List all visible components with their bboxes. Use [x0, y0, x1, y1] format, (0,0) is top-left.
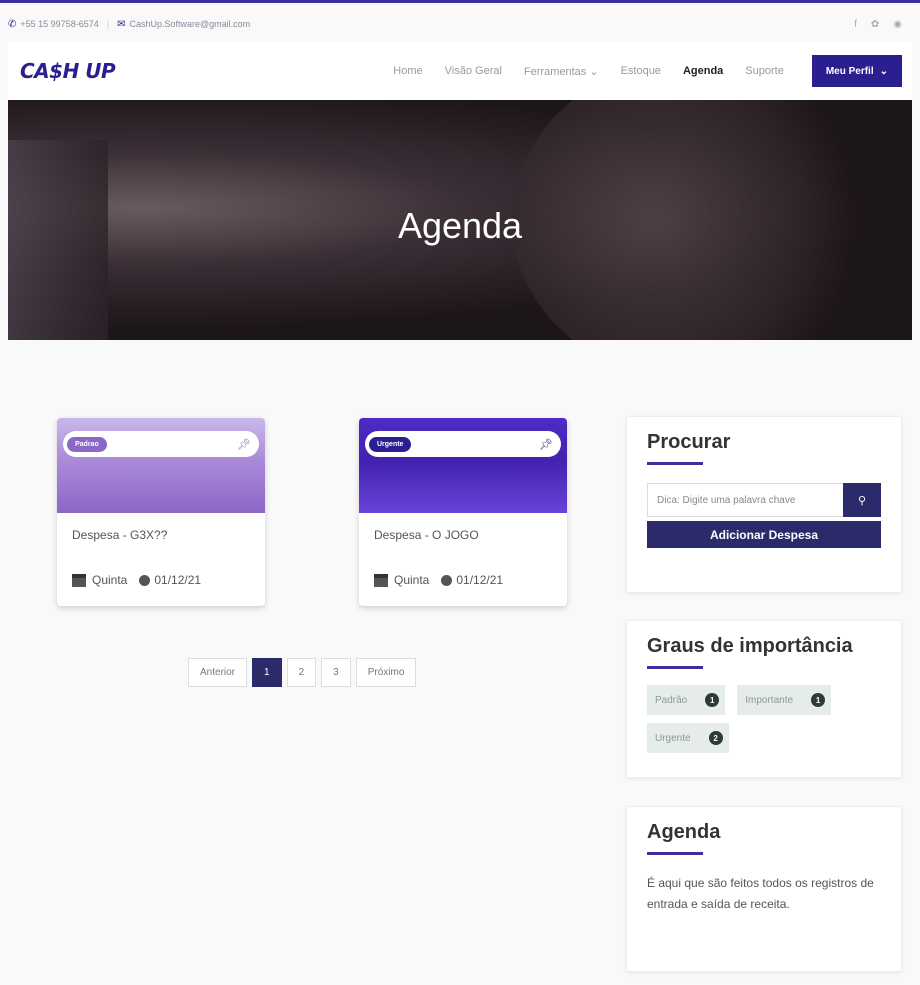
agenda-info-title: Agenda	[647, 821, 721, 843]
card-header-pill: Urgente 📌︎	[365, 431, 561, 457]
pagination-page-1[interactable]: 1	[252, 658, 282, 687]
tag-count: 1	[811, 693, 826, 707]
card-date: 01/12/21	[154, 573, 202, 587]
tag-label: Importante	[745, 694, 794, 706]
profile-button-label: Meu Perfil	[825, 65, 874, 77]
calendar-icon	[72, 573, 86, 587]
calendar-icon	[374, 573, 388, 587]
priority-badge: Urgente	[369, 436, 412, 452]
mail-icon: ✉	[117, 18, 126, 30]
contact-bar: ✆ +55 15 99758-6574 | ✉ CashUp.Software@…	[8, 10, 912, 38]
pagination-next[interactable]: Próximo	[355, 658, 417, 687]
search-icon: ⚲	[857, 494, 867, 507]
tag-count: 2	[708, 731, 723, 745]
search-widget: Procurar Dica: Digite uma palavra chave …	[626, 416, 902, 593]
card-meta: Quinta 01/12/21	[72, 573, 201, 587]
tag-padrao[interactable]: Padrão 1	[647, 685, 726, 715]
card-title[interactable]: Despesa - G3X??	[72, 528, 167, 542]
agenda-info-text: É aqui que são feitos todos os registros…	[647, 876, 874, 911]
card-meta: Quinta 01/12/21	[374, 573, 503, 587]
tag-importante[interactable]: Importante 1	[737, 685, 832, 715]
contact-divider: |	[106, 19, 110, 29]
contact-email[interactable]: CashUp.Software@gmail.com	[129, 19, 250, 29]
instagram-icon[interactable]: ◉	[893, 19, 902, 30]
card-banner: Urgente 📌︎	[359, 418, 567, 513]
expense-card[interactable]: Urgente 📌︎ Despesa - O JOGO Quinta 01/12…	[359, 418, 567, 606]
phone-icon: ✆	[8, 18, 17, 30]
tag-count: 1	[705, 693, 720, 707]
cashup-logo[interactable]: CA$H UP	[20, 59, 116, 83]
hero-banner: Agenda	[8, 100, 912, 340]
agenda-info-widget: Agenda É aqui que são feitos todos os re…	[626, 806, 902, 972]
chevron-down-icon: ⌄	[879, 65, 888, 77]
title-underline	[647, 852, 703, 855]
card-banner: Padrao 📌︎	[57, 418, 265, 513]
card-header-pill: Padrao 📌︎	[63, 431, 259, 457]
card-date: 01/12/21	[456, 573, 504, 587]
main-navbar: CA$H UP Home Visão Geral Ferramentas ⌄ E…	[8, 42, 912, 100]
card-day: Quinta	[394, 573, 430, 587]
pagination: Anterior 1 2 3 Próximo	[188, 658, 417, 687]
chevron-down-icon: ⌄	[589, 65, 599, 78]
search-widget-title: Procurar	[647, 431, 731, 453]
nav-item-ferramentas[interactable]: Ferramentas ⌄	[524, 65, 599, 78]
clock-icon	[139, 574, 151, 586]
tag-urgente[interactable]: Urgente 2	[647, 723, 729, 753]
profile-button[interactable]: Meu Perfil ⌄	[811, 55, 902, 87]
twitter-icon[interactable]: ✿	[871, 19, 879, 30]
nav-item-agenda[interactable]: Agenda	[683, 65, 723, 77]
card-day: Quinta	[92, 573, 128, 587]
pin-icon[interactable]: 📌︎	[539, 438, 553, 451]
page-title: Agenda	[397, 205, 523, 246]
card-title[interactable]: Despesa - O JOGO	[374, 528, 479, 542]
social-links: f ✿ ◉	[854, 19, 912, 30]
importance-widget: Graus de importância Padrão 1 Importante…	[626, 620, 902, 778]
contact-phone: +55 15 99758-6574	[20, 19, 99, 29]
search-input[interactable]: Dica: Digite uma palavra chave	[647, 483, 843, 517]
pagination-page-2[interactable]: 2	[286, 658, 317, 687]
nav-item-estoque[interactable]: Estoque	[621, 65, 661, 77]
title-underline	[647, 462, 703, 465]
add-expense-button[interactable]: Adicionar Despesa	[647, 521, 881, 548]
tag-label: Padrão	[655, 694, 688, 706]
pagination-prev[interactable]: Anterior	[188, 658, 248, 687]
nav-item-suporte[interactable]: Suporte	[745, 65, 784, 77]
nav-item-home[interactable]: Home	[393, 65, 422, 77]
priority-badge: Padrao	[67, 436, 107, 452]
search-row: Dica: Digite uma palavra chave ⚲	[647, 483, 901, 517]
nav-menu: Home Visão Geral Ferramentas ⌄ Estoque A…	[393, 55, 912, 87]
importance-tags: Padrão 1 Importante 1 Urgente 2	[647, 685, 887, 753]
nav-item-ferramentas-label: Ferramentas	[523, 65, 587, 78]
nav-item-visao-geral[interactable]: Visão Geral	[445, 65, 502, 77]
title-underline	[647, 666, 703, 669]
importance-widget-title: Graus de importância	[647, 635, 853, 657]
expense-card[interactable]: Padrao 📌︎ Despesa - G3X?? Quinta 01/12/2…	[57, 418, 265, 606]
tag-label: Urgente	[655, 732, 691, 744]
facebook-icon[interactable]: f	[854, 19, 857, 30]
top-accent-line	[0, 0, 920, 3]
clock-icon	[441, 574, 453, 586]
pin-icon[interactable]: 📌︎	[237, 438, 251, 451]
pagination-page-3[interactable]: 3	[321, 658, 351, 687]
search-button[interactable]: ⚲	[843, 483, 881, 517]
